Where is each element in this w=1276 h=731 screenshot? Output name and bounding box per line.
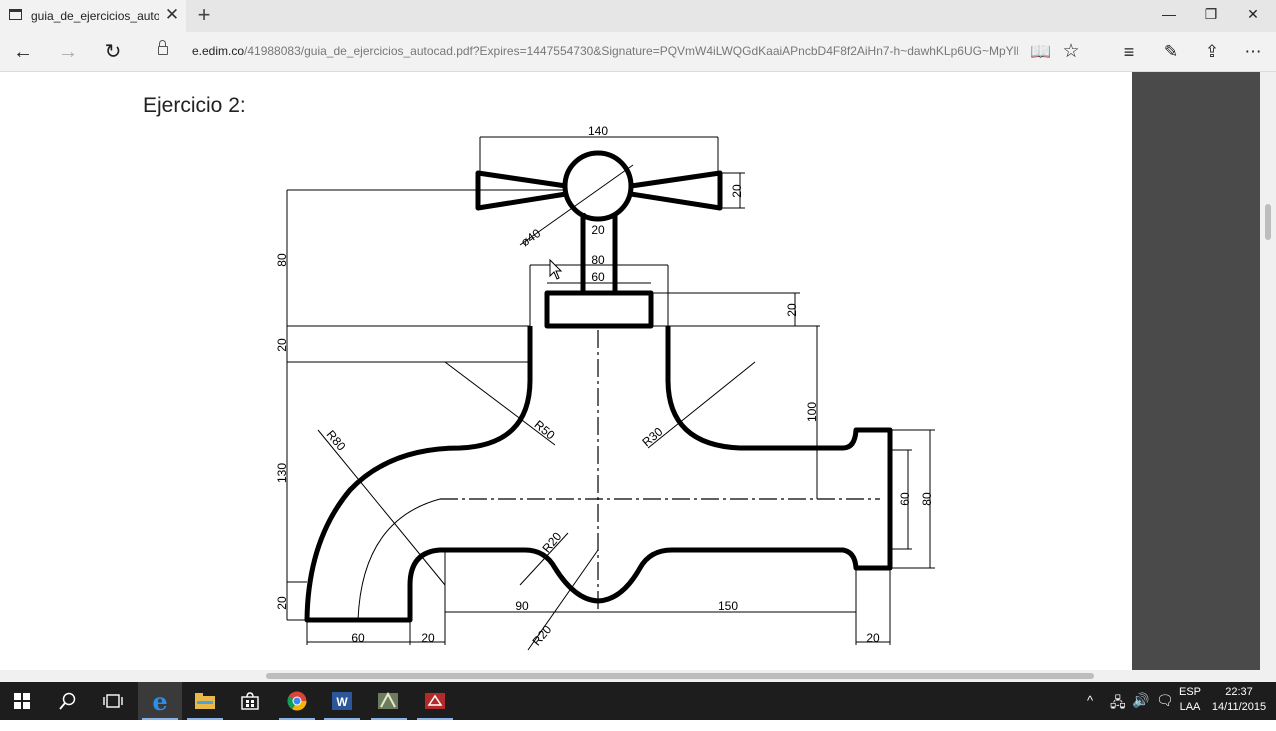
dim-80-left: 80 — [275, 253, 289, 267]
pdf-viewer-background — [1132, 72, 1260, 670]
close-tab-icon[interactable]: ✕ — [164, 5, 180, 25]
horizontal-scroll-thumb[interactable] — [266, 673, 1094, 679]
dim-80-right: 80 — [920, 492, 934, 506]
volume-icon[interactable]: 🔊 — [1132, 692, 1149, 730]
reading-view-icon[interactable]: 📖 — [1027, 39, 1055, 65]
windows-logo-icon — [14, 693, 30, 709]
vertical-scroll-thumb[interactable] — [1265, 204, 1271, 240]
dim-130: 130 — [275, 463, 289, 483]
favorite-star-icon[interactable]: ☆ — [1057, 39, 1085, 65]
lock-icon — [158, 40, 168, 55]
dim-60-top: 60 — [591, 270, 605, 284]
dim-100: 100 — [805, 402, 819, 422]
pdf-page: Ejercicio 2: 140 20 ø40 20 80 60 20 80 2… — [0, 72, 1132, 670]
show-hidden-icons[interactable]: ^ — [1087, 693, 1093, 731]
dim-dia40: ø40 — [518, 226, 543, 250]
svg-text:W: W — [336, 695, 348, 709]
dim-140: 140 — [588, 124, 608, 138]
task-view-icon[interactable] — [91, 682, 135, 720]
language-indicator[interactable]: ESP LAA — [1178, 686, 1202, 724]
dim-r20-bottom: R20 — [529, 622, 554, 648]
dim-150: 150 — [718, 599, 738, 613]
url-text[interactable]: e.edim.co/41988083/guia_de_ejercicios_au… — [192, 44, 1018, 58]
language-code: ESP — [1178, 686, 1201, 698]
mouse-cursor-icon — [549, 258, 563, 280]
word-icon[interactable]: W — [320, 682, 364, 720]
notifications-icon[interactable]: 🗨 — [1156, 692, 1174, 730]
start-button[interactable] — [0, 682, 44, 720]
navigation-bar: ← → ↻ e.edim.co/41988083/guia_de_ejercic… — [0, 32, 1276, 72]
close-window-button[interactable]: ✕ — [1242, 6, 1264, 26]
dim-20-left: 20 — [275, 338, 289, 352]
dim-20-handle: 20 — [730, 184, 744, 198]
center-lines — [440, 330, 880, 610]
dim-20-bottom-right: 20 — [866, 631, 880, 645]
refresh-button[interactable]: ↻ — [99, 39, 127, 65]
tab-title: guia_de_ejercicios_autoc — [31, 9, 159, 23]
clock-time: 22:37 — [1225, 686, 1253, 698]
share-icon[interactable]: ⇪ — [1198, 39, 1226, 65]
browser-tab[interactable]: guia_de_ejercicios_autoc ✕ — [0, 0, 186, 32]
keyboard-layout: LAA — [1179, 701, 1201, 713]
dim-90: 90 — [515, 599, 529, 613]
tab-bar: guia_de_ejercicios_autoc ✕ + — ❐ ✕ — [0, 0, 1276, 32]
minimize-button[interactable]: — — [1158, 6, 1180, 26]
store-icon[interactable] — [228, 682, 272, 720]
taskbar: e W ^ 🖧 🔊 🗨 ESP LAA 22:37 14/11/2015 — [0, 682, 1276, 720]
dim-60-bottom: 60 — [351, 631, 365, 645]
file-explorer-icon[interactable] — [183, 682, 227, 720]
edge-browser-icon[interactable]: e — [138, 682, 182, 720]
clock[interactable]: 22:37 14/11/2015 — [1208, 686, 1270, 724]
web-note-icon[interactable]: ✎ — [1157, 39, 1185, 65]
dimension-labels: 140 20 ø40 20 80 60 20 80 20 100 R50 R30… — [275, 124, 934, 648]
dim-20-nut: 20 — [785, 303, 799, 317]
new-tab-button[interactable]: + — [195, 2, 213, 28]
dim-r30: R30 — [639, 424, 665, 449]
dim-80-top: 80 — [591, 253, 605, 267]
network-icon[interactable]: 🖧 — [1110, 692, 1126, 730]
technical-drawing: 140 20 ø40 20 80 60 20 80 20 100 R50 R30… — [275, 124, 935, 651]
dim-20-stem: 20 — [591, 223, 605, 237]
dim-60-right: 60 — [898, 492, 912, 506]
pdf-reader-icon[interactable] — [413, 682, 457, 720]
search-icon[interactable] — [46, 682, 90, 720]
dim-20-bottom: 20 — [421, 631, 435, 645]
restore-button[interactable]: ❐ — [1200, 6, 1222, 26]
address-bar[interactable]: e.edim.co/41988083/guia_de_ejercicios_au… — [148, 36, 1036, 68]
autocad-icon[interactable] — [367, 682, 411, 720]
page-icon — [9, 9, 22, 20]
dim-r80: R80 — [324, 427, 349, 453]
more-icon[interactable]: ⋯ — [1239, 39, 1267, 65]
url-domain: e.edim.co — [192, 44, 245, 58]
chrome-icon[interactable] — [275, 682, 319, 720]
url-path: /41988083/guia_de_ejercicios_autocad.pdf… — [244, 44, 1018, 58]
hub-icon[interactable]: ≡ — [1115, 39, 1143, 65]
forward-button[interactable]: → — [54, 39, 82, 65]
vertical-scrollbar[interactable] — [1260, 72, 1276, 670]
clock-date: 14/11/2015 — [1211, 701, 1267, 713]
dim-r20-top: R20 — [539, 529, 564, 555]
dim-20-bottom-left: 20 — [275, 596, 289, 610]
back-button[interactable]: ← — [9, 39, 37, 65]
dim-r50: R50 — [532, 417, 558, 442]
horizontal-scrollbar[interactable] — [0, 670, 1276, 682]
